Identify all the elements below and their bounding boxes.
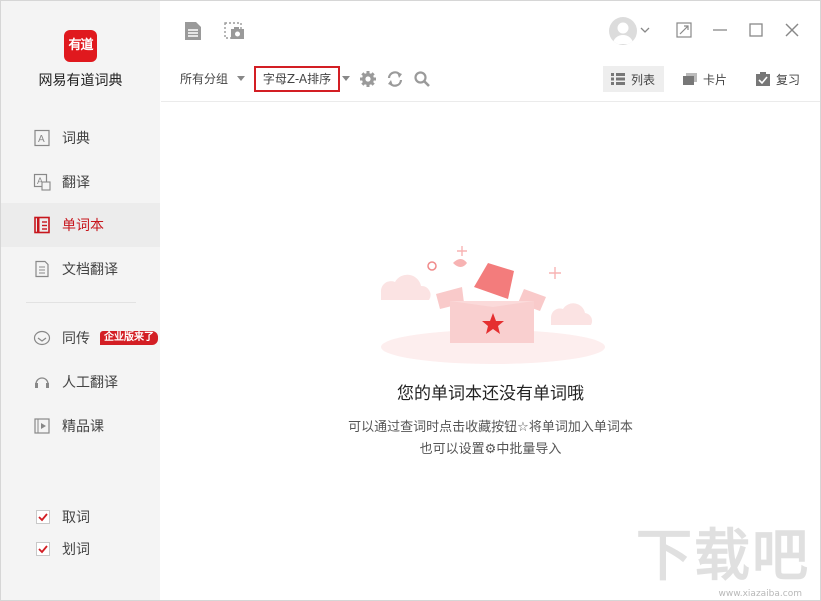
sidebar-item-label: 单词本	[62, 218, 104, 234]
view-list-label: 列表	[631, 72, 656, 87]
document-icon[interactable]	[182, 20, 204, 42]
chevron-down-icon[interactable]	[640, 27, 650, 34]
settings-icon[interactable]	[359, 70, 377, 88]
view-card-button[interactable]: 卡片	[683, 66, 727, 92]
interpretation-icon	[33, 330, 51, 346]
maximize-icon[interactable]	[747, 21, 765, 39]
view-review-label: 复习	[776, 72, 801, 87]
minimize-icon[interactable]	[711, 21, 729, 39]
sidebar-item-translate[interactable]: A 翻译	[1, 160, 160, 204]
empty-box-illustration	[380, 246, 605, 364]
headset-icon	[35, 377, 49, 388]
view-card-label: 卡片	[703, 72, 728, 87]
restore-icon[interactable]	[675, 21, 693, 39]
checkbox-label: 取词	[62, 510, 90, 526]
search-icon[interactable]	[413, 70, 431, 88]
empty-state-title: 您的单词本还没有单词哦	[397, 384, 584, 404]
group-select[interactable]: 所有分组	[180, 70, 228, 87]
sort-caret-icon[interactable]	[342, 76, 350, 81]
svg-text:A: A	[38, 134, 45, 145]
card-icon	[683, 73, 697, 85]
check-icon	[38, 513, 48, 522]
empty-state-hint-2: 也可以设置⚙中批量导入	[419, 442, 562, 457]
check-icon	[38, 545, 48, 554]
user-icon	[613, 22, 633, 44]
sidebar-item-document-translate[interactable]: 文档翻译	[1, 247, 160, 291]
sidebar-item-label: 词典	[62, 131, 90, 147]
review-icon	[756, 72, 770, 86]
dictionary-icon: A	[34, 129, 50, 147]
sidebar-item-label: 精品课	[62, 419, 104, 435]
sidebar-item-label: 文档翻译	[62, 262, 118, 278]
view-list-button[interactable]: 列表	[603, 66, 664, 92]
wordbook-icon	[34, 216, 50, 234]
watermark: 下载吧	[636, 523, 810, 589]
document-translate-icon	[35, 260, 49, 278]
empty-state-hint-1: 可以通过查词时点击收藏按钮☆将单词加入单词本	[348, 420, 633, 435]
group-select-value: 所有分组	[180, 72, 229, 86]
checkbox-box[interactable]	[36, 542, 50, 556]
sidebar-item-label: 人工翻译	[62, 375, 118, 391]
list-icon	[611, 73, 625, 85]
sidebar-item-wordbook[interactable]: 单词本	[1, 203, 160, 247]
screenshot-icon[interactable]	[223, 20, 245, 42]
sidebar-item-human-translate[interactable]: 人工翻译	[1, 360, 160, 404]
sort-select-value: 字母Z-A排序	[262, 72, 332, 86]
video-course-icon	[34, 418, 50, 434]
translate-icon: A	[33, 173, 51, 191]
watermark-url: www.xiazaiba.com	[718, 589, 802, 599]
avatar[interactable]	[609, 17, 637, 45]
view-review-button[interactable]: 复习	[756, 66, 800, 92]
sidebar-item-dictionary[interactable]: A 词典	[1, 116, 160, 160]
sync-icon[interactable]	[386, 70, 404, 88]
sidebar: 有道 网易有道词典 A 词典 A 翻译 单词本 文档翻译 同传 企业版来了 人工…	[1, 1, 160, 600]
sidebar-divider	[26, 302, 136, 303]
toolbar-divider	[161, 101, 820, 102]
sidebar-item-label: 翻译	[62, 175, 90, 191]
checkbox-label: 划词	[62, 542, 90, 558]
close-icon[interactable]	[783, 21, 801, 39]
sidebar-item-courses[interactable]: 精品课	[1, 404, 160, 448]
group-caret-icon[interactable]	[237, 76, 245, 81]
app-window: 有道 网易有道词典 A 词典 A 翻译 单词本 文档翻译 同传 企业版来了 人工…	[0, 0, 821, 601]
app-title: 网易有道词典	[38, 73, 123, 89]
checkbox-box[interactable]	[36, 510, 50, 524]
enterprise-badge: 企业版来了	[100, 331, 158, 345]
sort-select[interactable]: 字母Z-A排序	[254, 66, 340, 92]
app-logo: 有道	[64, 30, 97, 62]
sidebar-item-label: 同传	[62, 331, 90, 347]
